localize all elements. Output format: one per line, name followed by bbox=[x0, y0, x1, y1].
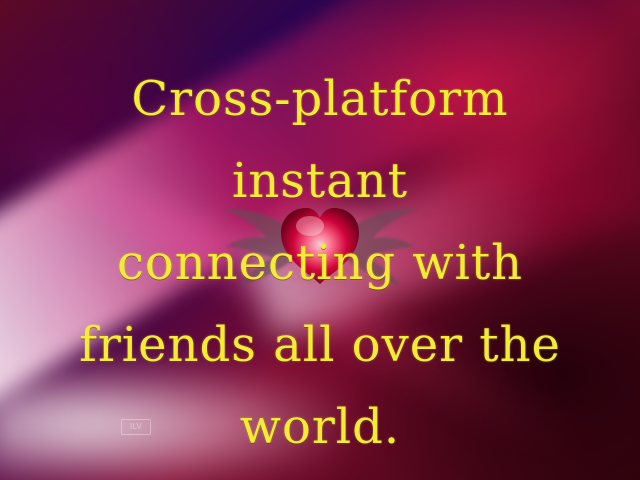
promo-slide: ILV Cross-platform instant connecting wi… bbox=[0, 0, 640, 480]
message-line: connecting with bbox=[116, 235, 524, 291]
message-line: Cross-platform bbox=[131, 71, 509, 127]
message-line: friends all over the bbox=[79, 317, 561, 373]
message-text: Cross-platform instant connecting with f… bbox=[40, 58, 600, 468]
message-line: world. bbox=[239, 399, 401, 455]
message-line: instant bbox=[231, 153, 408, 209]
